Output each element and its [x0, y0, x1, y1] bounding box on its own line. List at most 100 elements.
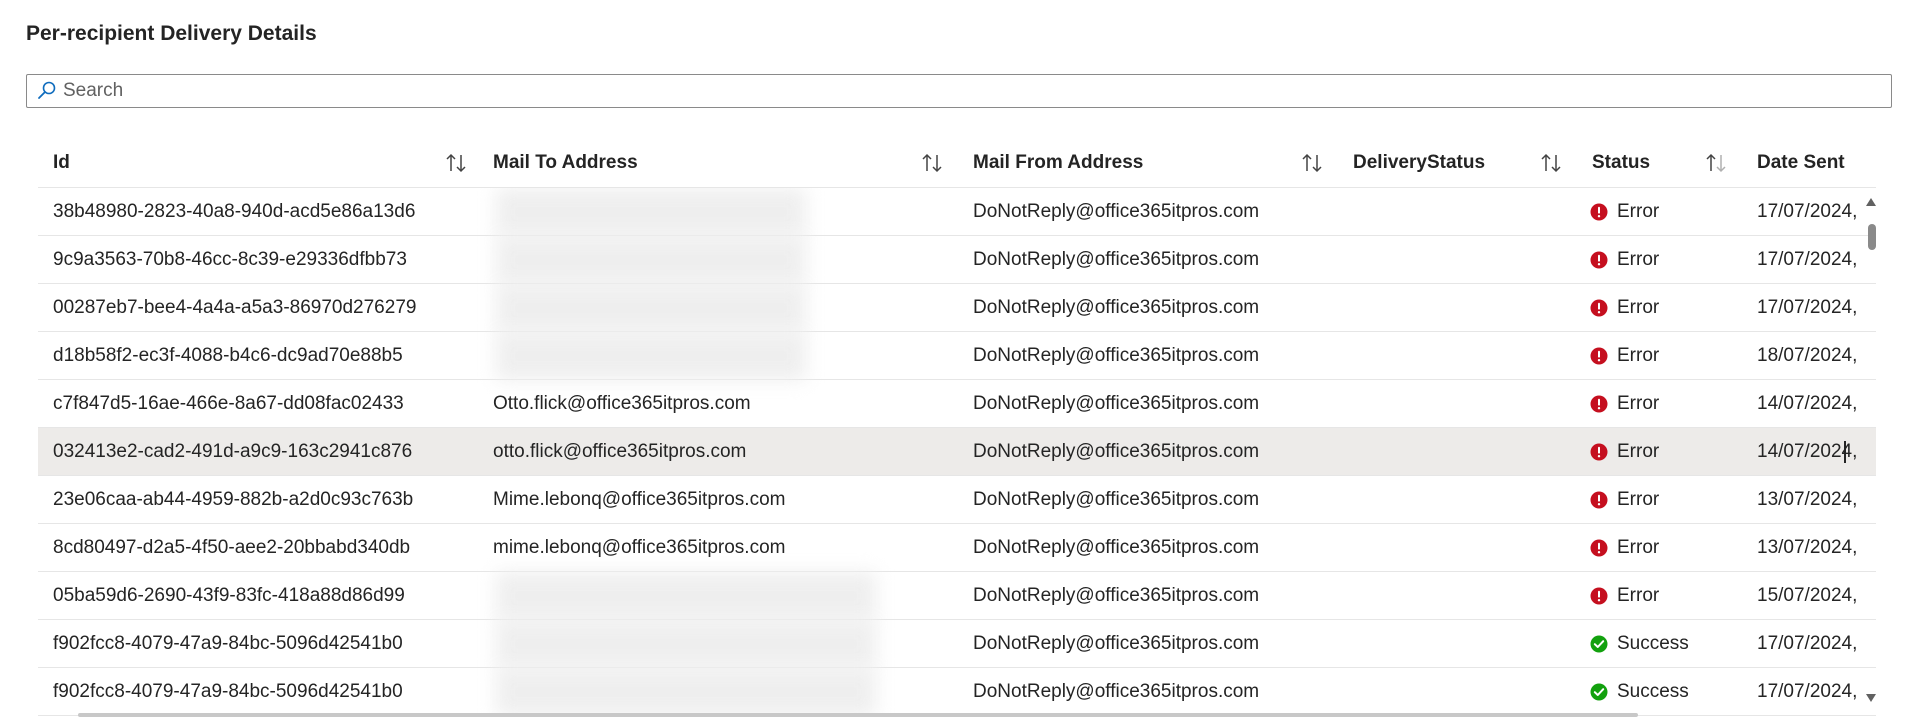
status-text: Error	[1617, 584, 1660, 606]
horizontal-scroll-thumb[interactable]	[78, 713, 1638, 717]
table-row[interactable]: 38b48980-2823-40a8-940d-acd5e86a13d6 DoNo…	[38, 188, 1876, 236]
status-text: Error	[1617, 344, 1660, 366]
cell-to: mime.lebonq@office365itpros.com	[478, 524, 958, 571]
page-title: Per-recipient Delivery Details	[26, 22, 317, 45]
table-row[interactable]: c7f847d5-16ae-466e-8a67-dd08fac02433 Otto…	[38, 380, 1876, 428]
table-row[interactable]: 032413e2-cad2-491d-a9c9-163c2941c876 otto…	[38, 428, 1876, 476]
vertical-scrollbar[interactable]	[1862, 196, 1880, 706]
date-text: 17/07/2024,	[1757, 296, 1858, 318]
redacted-address-blur	[496, 236, 806, 284]
cell-date: 18/07/2024,	[1742, 332, 1876, 379]
cell-id: f902fcc8-4079-47a9-84bc-5096d42541b0	[38, 620, 478, 667]
cell-id: f902fcc8-4079-47a9-84bc-5096d42541b0	[38, 668, 478, 715]
scroll-down-arrow-icon[interactable]	[1865, 692, 1877, 704]
from-text: DoNotReply@office365itpros.com	[973, 488, 1260, 510]
cell-id: 032413e2-cad2-491d-a9c9-163c2941c876	[38, 428, 478, 475]
from-text: DoNotReply@office365itpros.com	[973, 584, 1260, 606]
cell-date: 14/07/2024,	[1742, 428, 1876, 475]
column-header-date[interactable]: Date Sent	[1742, 138, 1876, 187]
redacted-address-blur	[496, 668, 876, 716]
table-row[interactable]: 05ba59d6-2690-43f9-83fc-418a88d86d99 DoNo…	[38, 572, 1876, 620]
error-circle-icon	[1590, 443, 1608, 460]
cell-delivery	[1338, 188, 1577, 235]
text-cursor	[1844, 441, 1846, 463]
sort-icon[interactable]	[1300, 152, 1324, 174]
search-input[interactable]	[63, 75, 1863, 107]
cell-date: 17/07/2024,	[1742, 188, 1876, 235]
cell-to: Otto.flick@office365itpros.com	[478, 380, 958, 427]
id-text: 032413e2-cad2-491d-a9c9-163c2941c876	[53, 440, 413, 462]
cell-from: DoNotReply@office365itpros.com	[958, 572, 1338, 619]
cell-delivery	[1338, 236, 1577, 283]
cell-status: Error	[1577, 188, 1742, 235]
status-text: Error	[1617, 200, 1660, 222]
error-circle-icon	[1590, 491, 1608, 508]
cell-id: d18b58f2-ec3f-4088-b4c6-dc9ad70e88b5	[38, 332, 478, 379]
from-text: DoNotReply@office365itpros.com	[973, 248, 1260, 270]
cell-status: Error	[1577, 428, 1742, 475]
date-text: 14/07/2024,	[1757, 440, 1858, 462]
scroll-up-arrow-icon[interactable]	[1865, 196, 1877, 208]
id-text: c7f847d5-16ae-466e-8a67-dd08fac02433	[53, 392, 404, 414]
table-row[interactable]: f902fcc8-4079-47a9-84bc-5096d42541b0 DoNo…	[38, 620, 1876, 668]
cell-status: Error	[1577, 332, 1742, 379]
cell-status: Success	[1577, 620, 1742, 667]
sort-icon[interactable]	[1539, 152, 1563, 174]
date-text: 17/07/2024,	[1757, 680, 1858, 702]
from-text: DoNotReply@office365itpros.com	[973, 536, 1260, 558]
cell-from: DoNotReply@office365itpros.com	[958, 620, 1338, 667]
table-row[interactable]: 9c9a3563-70b8-46cc-8c39-e29336dfbb73 DoNo…	[38, 236, 1876, 284]
redacted-address-blur	[496, 332, 806, 380]
date-text: 15/07/2024,	[1757, 584, 1858, 606]
cell-date: 13/07/2024,	[1742, 524, 1876, 571]
error-circle-icon	[1590, 203, 1608, 220]
to-text: Mime.lebonq@office365itpros.com	[493, 488, 786, 510]
cell-from: DoNotReply@office365itpros.com	[958, 524, 1338, 571]
cell-status: Error	[1577, 524, 1742, 571]
id-text: d18b58f2-ec3f-4088-b4c6-dc9ad70e88b5	[53, 344, 403, 366]
cell-date: 14/07/2024,	[1742, 380, 1876, 427]
table-row[interactable]: 00287eb7-bee4-4a4a-a5a3-86970d276279 DoNo…	[38, 284, 1876, 332]
sort-icon[interactable]	[444, 152, 468, 174]
to-text: Otto.flick@office365itpros.com	[493, 392, 751, 414]
error-circle-icon	[1590, 299, 1608, 316]
cell-id: 05ba59d6-2690-43f9-83fc-418a88d86d99	[38, 572, 478, 619]
from-text: DoNotReply@office365itpros.com	[973, 344, 1260, 366]
date-text: 14/07/2024,	[1757, 392, 1858, 414]
cell-delivery	[1338, 524, 1577, 571]
delivery-details-page: Per-recipient Delivery Details Id Mail To…	[0, 0, 1928, 717]
date-text: 13/07/2024,	[1757, 488, 1858, 510]
cell-delivery	[1338, 668, 1577, 715]
cell-status: Success	[1577, 668, 1742, 715]
cell-status: Error	[1577, 284, 1742, 331]
cell-id: 9c9a3563-70b8-46cc-8c39-e29336dfbb73	[38, 236, 478, 283]
vertical-scroll-thumb[interactable]	[1868, 224, 1876, 250]
cell-date: 15/07/2024,	[1742, 572, 1876, 619]
status-text: Error	[1617, 488, 1660, 510]
column-header-label: DeliveryStatus	[1353, 151, 1486, 173]
status-text: Error	[1617, 536, 1660, 558]
id-text: 05ba59d6-2690-43f9-83fc-418a88d86d99	[53, 584, 405, 606]
column-header-from[interactable]: Mail From Address	[958, 138, 1338, 187]
table-row[interactable]: 8cd80497-d2a5-4f50-aee2-20bbabd340db mime…	[38, 524, 1876, 572]
from-text: DoNotReply@office365itpros.com	[973, 440, 1260, 462]
sort-icon[interactable]	[920, 152, 944, 174]
status-text: Error	[1617, 296, 1660, 318]
column-header-id[interactable]: Id	[38, 138, 478, 187]
column-header-label: Date Sent	[1757, 151, 1845, 173]
sort-icon[interactable]	[1704, 152, 1728, 174]
date-text: 17/07/2024,	[1757, 632, 1858, 654]
table-row[interactable]: 23e06caa-ab44-4959-882b-a2d0c93c763b Mime…	[38, 476, 1876, 524]
search-box[interactable]	[26, 74, 1892, 108]
date-text: 13/07/2024,	[1757, 536, 1858, 558]
cell-id: 38b48980-2823-40a8-940d-acd5e86a13d6	[38, 188, 478, 235]
table-row[interactable]: f902fcc8-4079-47a9-84bc-5096d42541b0 DoNo…	[38, 668, 1876, 716]
to-text: mime.lebonq@office365itpros.com	[493, 536, 786, 558]
column-header-to[interactable]: Mail To Address	[478, 138, 958, 187]
status-text: Success	[1617, 632, 1689, 654]
error-circle-icon	[1590, 251, 1608, 268]
table-row[interactable]: d18b58f2-ec3f-4088-b4c6-dc9ad70e88b5 DoNo…	[38, 332, 1876, 380]
error-circle-icon	[1590, 539, 1608, 556]
horizontal-scrollbar[interactable]	[38, 711, 1876, 717]
checkmark-circle-icon	[1590, 683, 1608, 700]
